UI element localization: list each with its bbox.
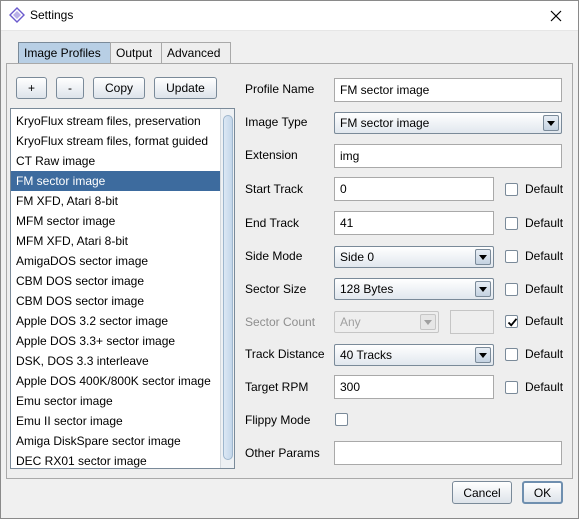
- remove-profile-button[interactable]: -: [56, 77, 84, 99]
- side-mode-value: Side 0: [340, 250, 375, 264]
- extension-input[interactable]: img: [334, 144, 562, 168]
- list-item[interactable]: KryoFlux stream files, preservation: [11, 111, 221, 131]
- update-profile-button[interactable]: Update: [154, 77, 217, 99]
- sector-size-default-label: Default: [525, 282, 564, 296]
- sector-count-default-checkbox[interactable]: [505, 315, 518, 328]
- ok-button[interactable]: OK: [522, 481, 563, 504]
- target-rpm-default-label: Default: [525, 380, 564, 394]
- flippy-mode-label: Flippy Mode: [245, 413, 311, 427]
- start-track-input[interactable]: 0: [334, 177, 494, 201]
- close-icon[interactable]: [533, 0, 579, 31]
- target-rpm-input[interactable]: 300: [334, 375, 494, 399]
- app-diamond-icon: [9, 7, 25, 23]
- list-item[interactable]: FM XFD, Atari 8-bit: [11, 191, 221, 211]
- track-distance-select[interactable]: 40 Tracks: [334, 344, 494, 366]
- list-item[interactable]: CT Raw image: [11, 151, 221, 171]
- profile-name-label: Profile Name: [245, 82, 315, 96]
- start-track-default-label: Default: [525, 182, 564, 196]
- target-rpm-label: Target RPM: [245, 380, 309, 394]
- chevron-down-icon[interactable]: [475, 249, 491, 265]
- sector-size-select[interactable]: 128 Bytes: [334, 278, 494, 300]
- sector-count-select: Any: [334, 311, 439, 333]
- add-profile-button[interactable]: +: [16, 77, 47, 99]
- list-item[interactable]: Apple DOS 3.2 sector image: [11, 311, 221, 331]
- side-mode-default-checkbox[interactable]: [505, 250, 518, 263]
- other-params-input[interactable]: [334, 441, 562, 465]
- end-track-default-label: Default: [525, 216, 564, 230]
- track-distance-default-label: Default: [525, 347, 564, 361]
- sector-count-value: Any: [340, 315, 361, 329]
- end-track-default-checkbox[interactable]: [505, 217, 518, 230]
- window-title: Settings: [30, 8, 74, 22]
- list-item[interactable]: DSK, DOS 3.3 interleave: [11, 351, 221, 371]
- side-mode-default-label: Default: [525, 249, 564, 263]
- track-distance-default-checkbox[interactable]: [505, 348, 518, 361]
- end-track-label: End Track: [245, 216, 300, 230]
- sector-count-default-label: Default: [525, 314, 564, 328]
- profile-name-input[interactable]: FM sector image: [334, 78, 562, 102]
- sector-count-input: [450, 310, 494, 334]
- track-distance-label: Track Distance: [245, 347, 325, 361]
- tab-output[interactable]: Output: [110, 42, 162, 63]
- list-item[interactable]: Apple DOS 400K/800K sector image: [11, 371, 221, 391]
- list-item[interactable]: KryoFlux stream files, format guided: [11, 131, 221, 151]
- chevron-down-icon[interactable]: [475, 347, 491, 363]
- list-item[interactable]: Emu II sector image: [11, 411, 221, 431]
- track-distance-value: 40 Tracks: [340, 348, 393, 362]
- side-mode-select[interactable]: Side 0: [334, 246, 494, 268]
- other-params-label: Other Params: [245, 446, 320, 460]
- profile-list-scrollbar[interactable]: [220, 109, 234, 468]
- flippy-mode-checkbox[interactable]: [335, 413, 348, 426]
- list-item[interactable]: CBM DOS sector image: [11, 271, 221, 291]
- list-item[interactable]: Emu sector image: [11, 391, 221, 411]
- start-track-default-checkbox[interactable]: [505, 183, 518, 196]
- title-bar: Settings: [0, 0, 579, 31]
- image-type-select[interactable]: FM sector image: [334, 112, 562, 134]
- list-item[interactable]: MFM XFD, Atari 8-bit: [11, 231, 221, 251]
- target-rpm-default-checkbox[interactable]: [505, 381, 518, 394]
- cancel-button[interactable]: Cancel: [452, 481, 512, 504]
- list-item-selected[interactable]: FM sector image: [11, 171, 221, 191]
- tab-image-profiles[interactable]: Image Profiles: [18, 42, 111, 63]
- sector-size-value: 128 Bytes: [340, 282, 394, 296]
- list-item[interactable]: AmigaDOS sector image: [11, 251, 221, 271]
- chevron-down-icon[interactable]: [475, 281, 491, 297]
- image-type-label: Image Type: [245, 115, 308, 129]
- list-item[interactable]: CBM DOS sector image: [11, 291, 221, 311]
- sector-count-label: Sector Count: [245, 315, 316, 329]
- list-item[interactable]: MFM sector image: [11, 211, 221, 231]
- profile-list[interactable]: KryoFlux stream files, preservation Kryo…: [10, 108, 235, 469]
- end-track-input[interactable]: 41: [334, 211, 494, 235]
- copy-profile-button[interactable]: Copy: [93, 77, 145, 99]
- tab-advanced[interactable]: Advanced: [161, 42, 231, 63]
- sector-size-default-checkbox[interactable]: [505, 283, 518, 296]
- list-item[interactable]: Apple DOS 3.3+ sector image: [11, 331, 221, 351]
- list-item[interactable]: Amiga DiskSpare sector image: [11, 431, 221, 451]
- sector-size-label: Sector Size: [245, 282, 307, 296]
- scrollbar-thumb[interactable]: [223, 115, 233, 460]
- image-type-value: FM sector image: [340, 116, 430, 130]
- list-item[interactable]: DEC RX01 sector image: [11, 451, 221, 468]
- chevron-down-icon: [420, 314, 436, 330]
- side-mode-label: Side Mode: [245, 249, 303, 263]
- checkmark-icon: [507, 318, 518, 327]
- start-track-label: Start Track: [245, 182, 304, 196]
- chevron-down-icon[interactable]: [543, 115, 559, 131]
- extension-label: Extension: [245, 148, 298, 162]
- tab-strip: Image Profiles Output Advanced: [18, 42, 231, 63]
